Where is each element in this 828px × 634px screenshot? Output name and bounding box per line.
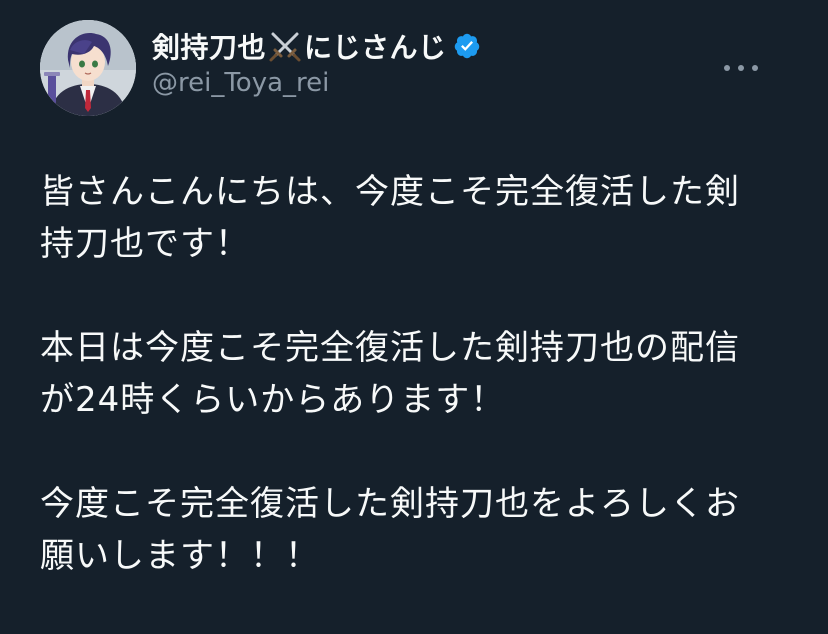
- tweet: 剣持刀也 にじさんじ @rei_Toya_rei 皆さんこんにちは、今度こそ完全…: [0, 0, 828, 576]
- author-names: 剣持刀也 にじさんじ @rei_Toya_rei: [152, 26, 481, 98]
- tweet-paragraph-1: 皆さんこんにちは、今度こそ完全復活した剣 持刀也です！: [40, 166, 800, 270]
- more-horizontal-icon-dot-3: [752, 65, 758, 71]
- tweet-line: 本日は今度こそ完全復活した剣持刀也の配信: [40, 328, 740, 368]
- crossed-swords-icon: [268, 29, 302, 63]
- avatar-image: [40, 20, 136, 116]
- tweet-paragraph-3: 今度こそ完全復活した剣持刀也をよろしくお 願いします！！！: [40, 478, 800, 582]
- tweet-line: が24時くらいからあります！: [40, 380, 506, 420]
- tweet-line: 皆さんこんにちは、今度こそ完全復活した剣: [40, 172, 740, 212]
- avatar[interactable]: [40, 20, 136, 116]
- tweet-header: 剣持刀也 にじさんじ @rei_Toya_rei: [40, 20, 800, 120]
- verified-badge-icon[interactable]: [453, 32, 481, 60]
- display-name-suffix[interactable]: にじさんじ: [304, 26, 447, 66]
- tweet-line: 持刀也です！: [40, 224, 250, 264]
- tweet-line: 願いします！！！: [40, 536, 320, 576]
- more-horizontal-icon-dot-2: [738, 65, 744, 71]
- tweet-line: 今度こそ完全復活した剣持刀也をよろしくお: [40, 484, 740, 524]
- display-name[interactable]: 剣持刀也: [152, 26, 266, 66]
- tweet-paragraph-2: 本日は今度こそ完全復活した剣持刀也の配信 が24時くらいからあります！: [40, 322, 800, 426]
- more-horizontal-icon-dot-1: [724, 65, 730, 71]
- more-options-button[interactable]: [724, 58, 758, 78]
- author-handle[interactable]: @rei_Toya_rei: [152, 68, 481, 98]
- display-name-row[interactable]: 剣持刀也 にじさんじ: [152, 26, 481, 66]
